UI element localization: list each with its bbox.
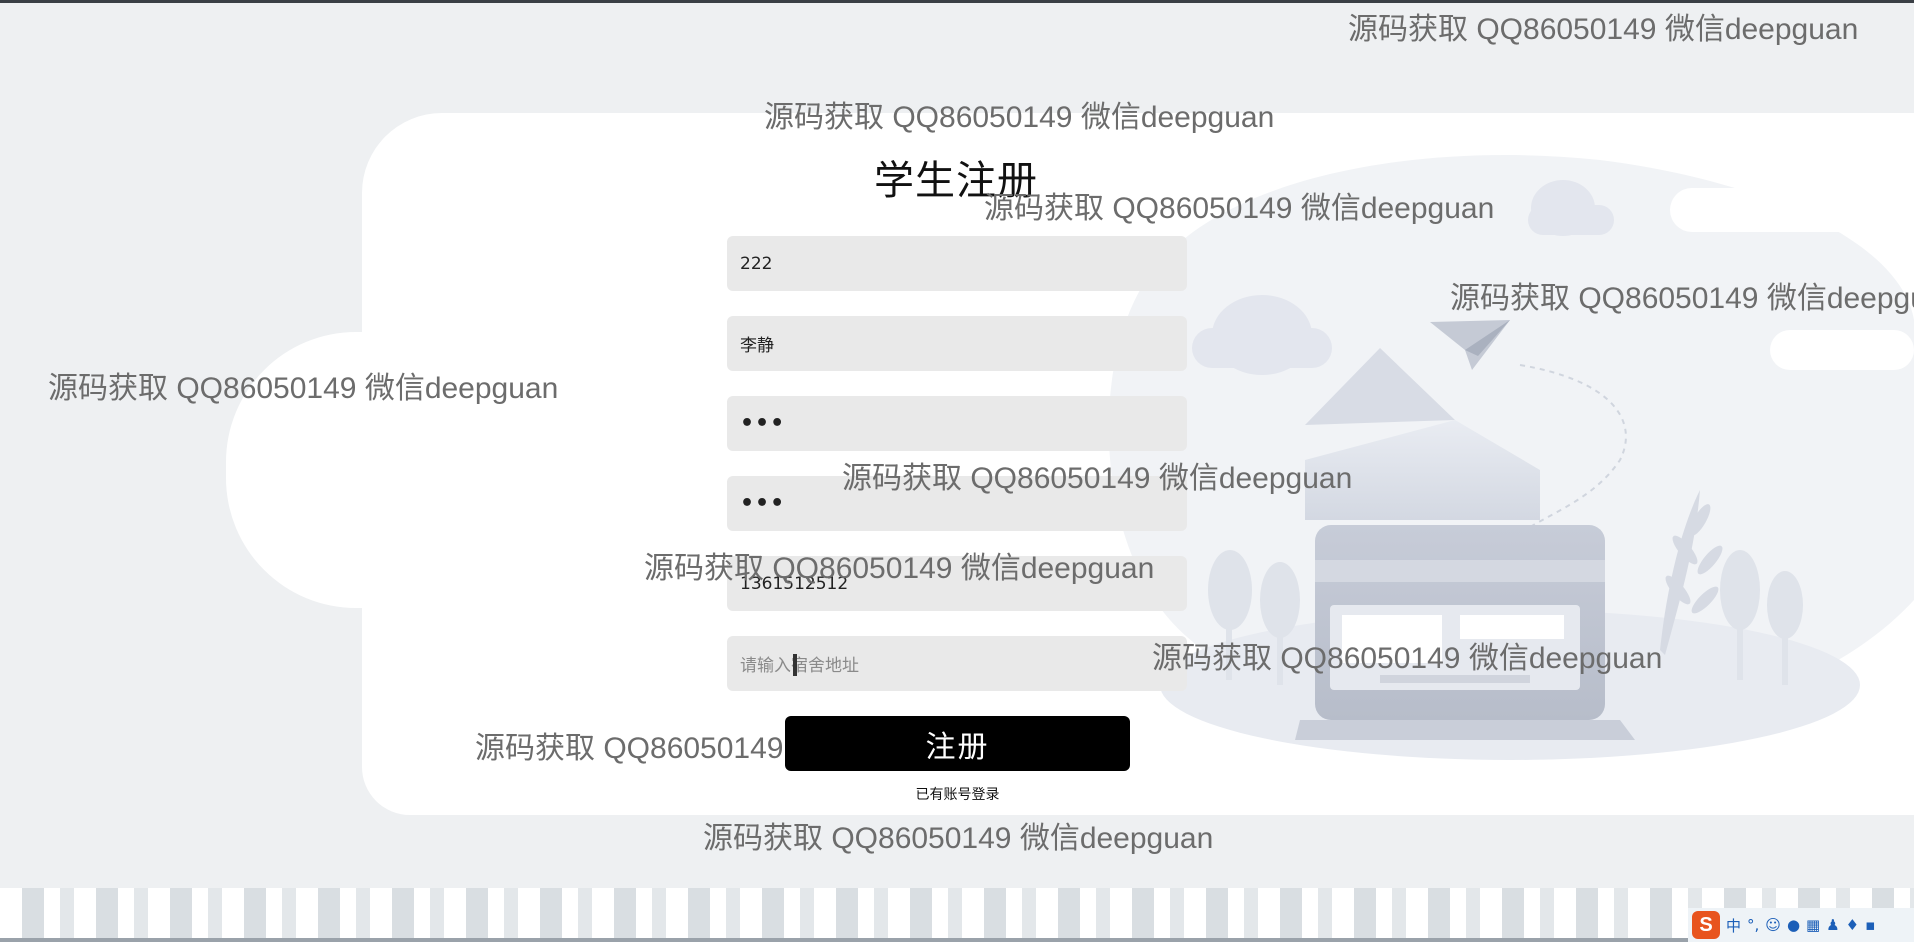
sogou-ime-logo[interactable]: S	[1692, 911, 1720, 939]
watermark-text: 源码获取 QQ86050149 微信deepguan	[1348, 13, 1859, 46]
text-cursor-icon	[793, 654, 797, 676]
watermark-text: 源码获取 QQ86050149 微信deepguan	[1152, 642, 1663, 675]
microphone-icon[interactable]: ●	[1787, 916, 1800, 934]
username-input[interactable]: 222	[727, 236, 1187, 291]
watermark-text: 源码获取 QQ86050149	[475, 732, 784, 765]
toolbox-icon[interactable]: ▪	[1865, 916, 1875, 934]
watermark-text: 源码获取 QQ86050149 微信deepguan	[1450, 282, 1914, 315]
keyboard-icon[interactable]: ▦	[1806, 916, 1820, 934]
punctuation-icon[interactable]: °,	[1747, 916, 1759, 934]
ime-mode-toggle[interactable]: 中	[1726, 915, 1741, 936]
watermark-text: 源码获取 QQ86050149 微信deepguan	[644, 552, 1155, 585]
watermark-text: 源码获取 QQ86050149 微信deepguan	[764, 101, 1275, 134]
watermark-text: 源码获取 QQ86050149 微信deepguan	[48, 372, 559, 405]
login-link[interactable]: 已有账号登录	[880, 784, 1035, 804]
password-input[interactable]: •••	[727, 396, 1187, 451]
watermark-text: 源码获取 QQ86050149 微信deepguan	[703, 822, 1214, 855]
ime-toolbar[interactable]: S 中 °, ☺ ● ▦ ♟ ♦ ▪	[1688, 908, 1914, 942]
name-input[interactable]: 李静	[727, 316, 1187, 371]
window-bottom-border	[0, 938, 1914, 942]
decorative-fence-band	[0, 888, 1914, 942]
window-top-border	[0, 0, 1914, 3]
user-icon[interactable]: ♟	[1826, 916, 1839, 934]
skin-icon[interactable]: ♦	[1846, 916, 1859, 934]
watermark-text: 源码获取 QQ86050149 微信deepguan	[984, 192, 1495, 225]
watermark-text: 源码获取 QQ86050149 微信deepguan	[842, 462, 1353, 495]
emoji-icon[interactable]: ☺	[1765, 916, 1781, 934]
register-button[interactable]: 注册	[785, 716, 1130, 771]
